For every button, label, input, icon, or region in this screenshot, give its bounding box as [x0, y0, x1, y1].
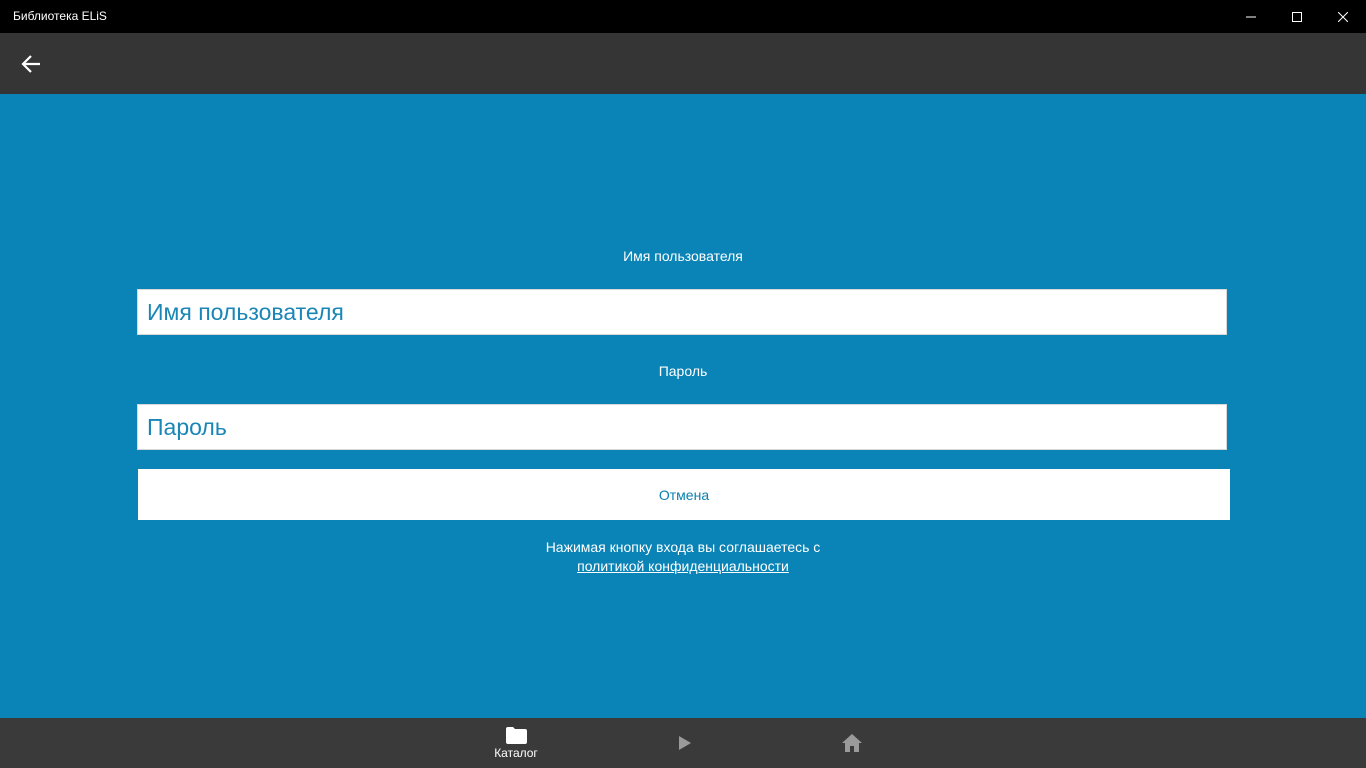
username-input[interactable] — [138, 290, 1226, 334]
tab-play[interactable] — [670, 718, 700, 768]
cancel-button[interactable]: Отмена — [138, 469, 1230, 520]
tab-home[interactable] — [836, 718, 868, 768]
back-button[interactable] — [12, 45, 50, 83]
maximize-icon — [1292, 11, 1302, 22]
login-form: Имя пользователя Пароль Отмена Нажимая к… — [0, 94, 1366, 718]
close-icon — [1338, 11, 1348, 22]
folder-icon — [505, 726, 527, 744]
maximize-button[interactable] — [1274, 0, 1320, 33]
app-window: Библиотека ELiS Имя пользователя Имя пол… — [0, 0, 1366, 768]
play-icon — [679, 736, 691, 750]
password-input[interactable] — [138, 405, 1226, 449]
title-bar: Библиотека ELiS — [0, 0, 1366, 33]
minimize-button[interactable] — [1228, 0, 1274, 33]
privacy-policy-link[interactable]: политикой конфиденциальности — [577, 558, 789, 574]
password-label: Пароль — [658, 363, 708, 379]
home-icon — [842, 734, 862, 752]
agreement-notice: Нажимая кнопку входа вы соглашаетесь с п… — [0, 538, 1366, 576]
bottom-nav: Каталог — [0, 718, 1366, 768]
close-button[interactable] — [1320, 0, 1366, 33]
password-field-container — [137, 404, 1227, 450]
username-field-container — [137, 289, 1227, 335]
window-title: Библиотека ELiS — [13, 9, 107, 23]
username-label: Имя пользователя — [623, 248, 743, 264]
agreement-text: Нажимая кнопку входа вы соглашаетесь с — [545, 539, 821, 555]
arrow-left-icon — [21, 55, 40, 73]
tab-catalog[interactable]: Каталог — [486, 718, 546, 768]
minimize-icon — [1246, 16, 1256, 17]
nav-bar — [0, 33, 1366, 94]
tab-catalog-label: Каталог — [494, 745, 538, 760]
